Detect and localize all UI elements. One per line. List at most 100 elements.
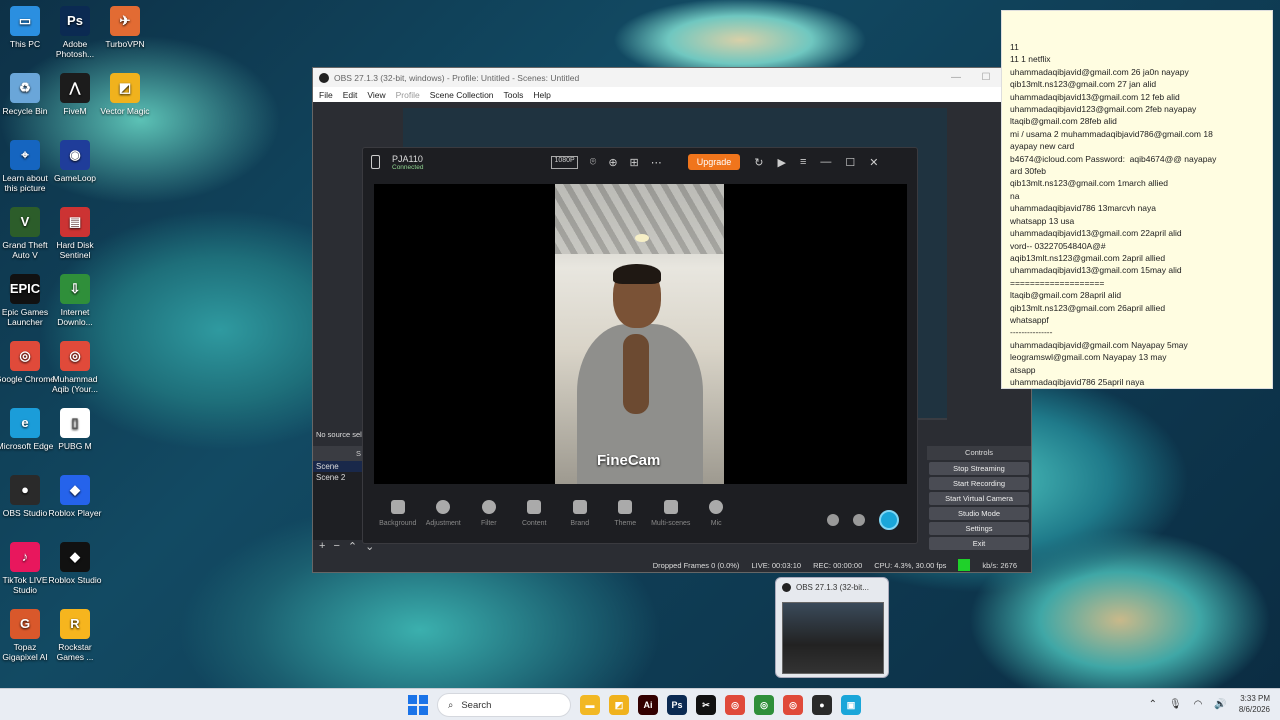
file-explorer-icon[interactable]: ▬ — [580, 695, 600, 715]
app-icon: ▤ — [60, 207, 90, 237]
finecam-window[interactable]: PJA110 Connected 1080P ⌾ ⊕ ⊞ ⋯ Upgrade ↻… — [362, 147, 918, 544]
exit-button[interactable]: Exit — [929, 537, 1029, 550]
menu-edit[interactable]: Edit — [343, 90, 358, 100]
snapshot-icon[interactable]: ⌾ — [590, 156, 597, 169]
tool-label: Adjustment — [425, 520, 461, 527]
tool-mic[interactable]: Mic — [694, 500, 740, 527]
zoom-icon[interactable]: ⊕ — [608, 156, 617, 169]
desktop-icon[interactable]: ◉ GameLoop — [45, 140, 105, 183]
bitrate: kb/s: 2676 — [982, 560, 1017, 570]
video-icon[interactable]: ▶ — [778, 156, 786, 169]
notepad-window[interactable]: 11 11 1 netflix uhammadaqibjavid@gmail.c… — [1001, 10, 1273, 389]
desktop-icon[interactable]: ▤ Hard Disk Sentinel — [45, 207, 105, 260]
chrome-profile-2-icon[interactable]: ◎ — [783, 695, 803, 715]
add-scene-icon[interactable]: + — [319, 540, 325, 554]
tool-filter[interactable]: Filter — [466, 500, 512, 527]
desktop-icon[interactable]: ◆ Roblox Studio — [45, 542, 105, 585]
illustrator-icon[interactable]: Ai — [638, 695, 658, 715]
vector-magic-icon[interactable]: ◩ — [609, 695, 629, 715]
start-virtual-camera-button[interactable]: Start Virtual Camera — [929, 492, 1029, 505]
app-icon: V — [10, 207, 40, 237]
desktop-icon-label: Roblox Player — [48, 508, 102, 518]
menu-view[interactable]: View — [367, 90, 385, 100]
photoshop-icon[interactable]: Ps — [667, 695, 687, 715]
tool-theme[interactable]: Theme — [603, 500, 649, 527]
remove-scene-icon[interactable]: − — [333, 540, 339, 554]
taskbar-search[interactable]: ⌕ Search — [437, 693, 571, 717]
minimize-icon[interactable]: — — [941, 72, 971, 83]
obs-logo-icon — [319, 72, 329, 83]
menu-icon[interactable]: ≡ — [800, 156, 806, 169]
tool-brand[interactable]: Brand — [557, 500, 603, 527]
menu-help[interactable]: Help — [533, 90, 550, 100]
capcut-icon[interactable]: ✂ — [696, 695, 716, 715]
finecam-icon[interactable]: ▣ — [841, 695, 861, 715]
tool-adjustment[interactable]: Adjustment — [421, 500, 467, 527]
desktop-icon-label: Hard Disk Sentinel — [56, 240, 94, 260]
tool-label: Content — [521, 520, 547, 527]
camera-icon[interactable] — [827, 514, 839, 526]
chrome-profile-icon[interactable]: ◎ — [754, 695, 774, 715]
resolution-badge[interactable]: 1080P — [551, 155, 578, 169]
notepad-text[interactable]: 11 11 1 netflix uhammadaqibjavid@gmail.c… — [1010, 41, 1272, 388]
desktop-icon[interactable]: ◆ Roblox Player — [45, 475, 105, 518]
desktop-icon-label: Rockstar Games ... — [56, 642, 94, 662]
app-icon: ▭ — [10, 6, 40, 36]
chevron-up-icon[interactable]: ⌃ — [1149, 699, 1157, 710]
desktop-icon[interactable]: ◎ Muhammad Aqib (Your... — [45, 341, 105, 394]
mic-icon[interactable]: 🎙 — [1169, 699, 1182, 710]
menu-tools[interactable]: Tools — [504, 90, 524, 100]
scene-item[interactable]: Scene — [313, 461, 365, 472]
volume-icon[interactable]: 🔊 — [1214, 699, 1226, 710]
app-icon: EPIC — [10, 274, 40, 304]
start-button[interactable] — [408, 695, 428, 715]
upgrade-button[interactable]: Upgrade — [687, 154, 741, 170]
obs-icon[interactable]: ● — [812, 695, 832, 715]
app-icon: ◎ — [60, 341, 90, 371]
no-source-message: No source sele — [316, 430, 367, 439]
tool-multi-scenes[interactable]: Multi-scenes — [648, 500, 694, 527]
menu-profile[interactable]: Profile — [396, 90, 420, 100]
menu-file[interactable]: File — [319, 90, 333, 100]
feedback-icon[interactable]: ↻ — [754, 156, 763, 169]
desktop-icon[interactable]: ▯ PUBG M — [45, 408, 105, 451]
move-up-icon[interactable]: ⌃ — [348, 540, 357, 554]
desktop-icon[interactable]: ◩ Vector Magic — [95, 73, 155, 116]
close-icon[interactable]: ✕ — [869, 156, 878, 169]
obs-titlebar[interactable]: OBS 27.1.3 (32-bit, windows) - Profile: … — [313, 68, 1031, 87]
chrome-icon[interactable]: ◎ — [725, 695, 745, 715]
desktop-icon[interactable]: ⇩ Internet Downlo... — [45, 274, 105, 327]
start-recording-button[interactable]: Start Recording — [929, 477, 1029, 490]
live-stream-icon[interactable] — [879, 510, 899, 530]
more-icon[interactable]: ⋯ — [651, 156, 662, 169]
taskbar-apps: ▬ ◩ Ai Ps ✂ ◎ ◎ ◎ ● ▣ — [580, 695, 861, 715]
desktop-icon-label: TurboVPN — [105, 39, 145, 49]
controls-panel: Controls Stop Streaming Start Recording … — [927, 446, 1031, 554]
app-icon: ⋀ — [60, 73, 90, 103]
tool-background[interactable]: Background — [375, 500, 421, 527]
obs-title: OBS 27.1.3 (32-bit, windows) - Profile: … — [334, 72, 580, 83]
maximize-icon[interactable]: ☐ — [971, 72, 1001, 83]
preview-thumbnail[interactable] — [782, 602, 884, 674]
studio-mode-button[interactable]: Studio Mode — [929, 507, 1029, 520]
desktop-icon[interactable]: R Rockstar Games ... — [45, 609, 105, 662]
layout-icon[interactable]: ⊞ — [630, 156, 639, 169]
wifi-icon[interactable]: ◠ — [1194, 699, 1203, 710]
upload-icon — [527, 500, 542, 514]
theme-icon — [618, 500, 633, 514]
clock[interactable]: 3:33 PM 8/6/2026 — [1239, 693, 1270, 715]
tool-content[interactable]: Content — [512, 500, 558, 527]
maximize-icon[interactable]: ☐ — [845, 156, 855, 169]
desktop-icon[interactable]: ✈ TurboVPN — [95, 6, 155, 49]
cpu-usage: CPU: 4.3%, 30.00 fps — [874, 560, 947, 570]
record-icon[interactable] — [853, 514, 865, 526]
app-icon: ⌖ — [10, 140, 40, 170]
device-name[interactable]: PJA110 — [392, 154, 423, 164]
minimize-icon[interactable]: — — [820, 156, 831, 169]
controls-header: Controls — [927, 446, 1031, 460]
taskbar-preview[interactable]: OBS 27.1.3 (32-bit... — [775, 577, 889, 678]
settings-button[interactable]: Settings — [929, 522, 1029, 535]
menu-scene-collection[interactable]: Scene Collection — [430, 90, 494, 100]
scene-item[interactable]: Scene 2 — [313, 472, 365, 483]
stop-streaming-button[interactable]: Stop Streaming — [929, 462, 1029, 475]
